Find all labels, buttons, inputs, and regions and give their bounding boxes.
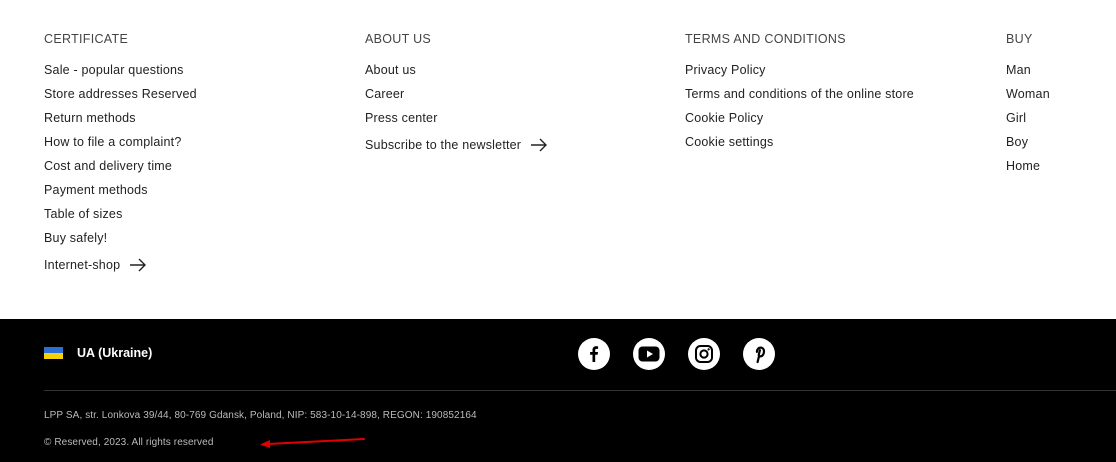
newsletter-link[interactable]: Subscribe to the newsletter — [365, 138, 548, 152]
link-store-addresses[interactable]: Store addresses Reserved — [44, 87, 197, 101]
instagram-icon — [695, 345, 713, 363]
list-item: Buy safely! — [44, 230, 197, 254]
facebook-link[interactable] — [578, 338, 610, 370]
list-item: Privacy Policy — [685, 62, 914, 86]
link-sale-questions[interactable]: Sale - popular questions — [44, 63, 184, 77]
list-item: Cookie settings — [685, 134, 914, 158]
link-list: Sale - popular questions Store addresses… — [44, 62, 197, 254]
link-list: Privacy Policy Terms and conditions of t… — [685, 62, 914, 158]
link-man[interactable]: Man — [1006, 63, 1031, 77]
country-label: UA (Ukraine) — [77, 346, 153, 360]
list-item: Woman — [1006, 86, 1050, 110]
column-terms: TERMS AND CONDITIONS Privacy Policy Term… — [685, 31, 914, 158]
list-item: Career — [365, 86, 548, 110]
link-home[interactable]: Home — [1006, 159, 1040, 173]
red-arrow-annotation — [260, 438, 365, 448]
arrow-right-icon — [130, 258, 147, 272]
link-cookie-policy[interactable]: Cookie Policy — [685, 111, 763, 125]
link-cookie-settings[interactable]: Cookie settings — [685, 135, 773, 149]
list-item: Store addresses Reserved — [44, 86, 197, 110]
copyright-text: © Reserved, 2023. All rights reserved — [44, 437, 214, 448]
list-item: Boy — [1006, 134, 1050, 158]
link-about-us[interactable]: About us — [365, 63, 416, 77]
footer-links-section: CERTIFICATE Sale - popular questions Sto… — [0, 0, 1116, 319]
link-delivery[interactable]: Cost and delivery time — [44, 159, 172, 173]
link-payment[interactable]: Payment methods — [44, 183, 148, 197]
instagram-link[interactable] — [688, 338, 720, 370]
list-item: Table of sizes — [44, 206, 197, 230]
link-press-center[interactable]: Press center — [365, 111, 438, 125]
column-title: ABOUT US — [365, 32, 432, 46]
column-title: TERMS AND CONDITIONS — [685, 32, 846, 46]
list-item: Man — [1006, 62, 1050, 86]
divider — [44, 390, 1116, 391]
internet-shop-label: Internet-shop — [44, 258, 121, 272]
pinterest-icon — [755, 346, 766, 364]
country-selector[interactable]: UA (Ukraine) — [44, 346, 152, 360]
link-sizes[interactable]: Table of sizes — [44, 207, 123, 221]
list-item: Payment methods — [44, 182, 197, 206]
link-return-methods[interactable]: Return methods — [44, 111, 136, 125]
youtube-link[interactable] — [633, 338, 665, 370]
list-item: Press center — [365, 110, 548, 134]
column-buy: BUY Man Woman Girl Boy Home — [1006, 31, 1050, 182]
list-item: Girl — [1006, 110, 1050, 134]
link-list: About us Career Press center — [365, 62, 548, 134]
link-buy-safely[interactable]: Buy safely! — [44, 231, 107, 245]
column-about-us: ABOUT US About us Career Press center Su… — [365, 31, 548, 154]
social-links — [578, 338, 798, 370]
footer-bottom-bar: UA (Ukraine) LPP SA, str. Lonkova 39/44,… — [0, 319, 1116, 462]
list-item: Home — [1006, 158, 1050, 182]
column-certificate: CERTIFICATE Sale - popular questions Sto… — [44, 31, 197, 274]
list-item: Return methods — [44, 110, 197, 134]
link-complaint[interactable]: How to file a complaint? — [44, 135, 182, 149]
list-item: Cookie Policy — [685, 110, 914, 134]
internet-shop-link[interactable]: Internet-shop — [44, 258, 147, 272]
list-item: Sale - popular questions — [44, 62, 197, 86]
link-boy[interactable]: Boy — [1006, 135, 1028, 149]
column-title: BUY — [1006, 32, 1033, 46]
link-career[interactable]: Career — [365, 87, 404, 101]
link-terms-online-store[interactable]: Terms and conditions of the online store — [685, 87, 914, 101]
list-item: About us — [365, 62, 548, 86]
pinterest-link[interactable] — [743, 338, 775, 370]
list-item: Cost and delivery time — [44, 158, 197, 182]
youtube-icon — [638, 346, 660, 362]
arrow-right-icon — [531, 138, 548, 152]
flag-stripe-yellow — [44, 353, 63, 359]
link-privacy-policy[interactable]: Privacy Policy — [685, 63, 766, 77]
link-girl[interactable]: Girl — [1006, 111, 1026, 125]
link-woman[interactable]: Woman — [1006, 87, 1050, 101]
facebook-icon — [590, 346, 599, 362]
link-list: Man Woman Girl Boy Home — [1006, 62, 1050, 182]
list-item: Terms and conditions of the online store — [685, 86, 914, 110]
company-legal-info: LPP SA, str. Lonkova 39/44, 80-769 Gdans… — [44, 410, 477, 421]
newsletter-label: Subscribe to the newsletter — [365, 138, 522, 152]
column-title: CERTIFICATE — [44, 32, 129, 46]
ukraine-flag-icon — [44, 347, 63, 359]
list-item: How to file a complaint? — [44, 134, 197, 158]
